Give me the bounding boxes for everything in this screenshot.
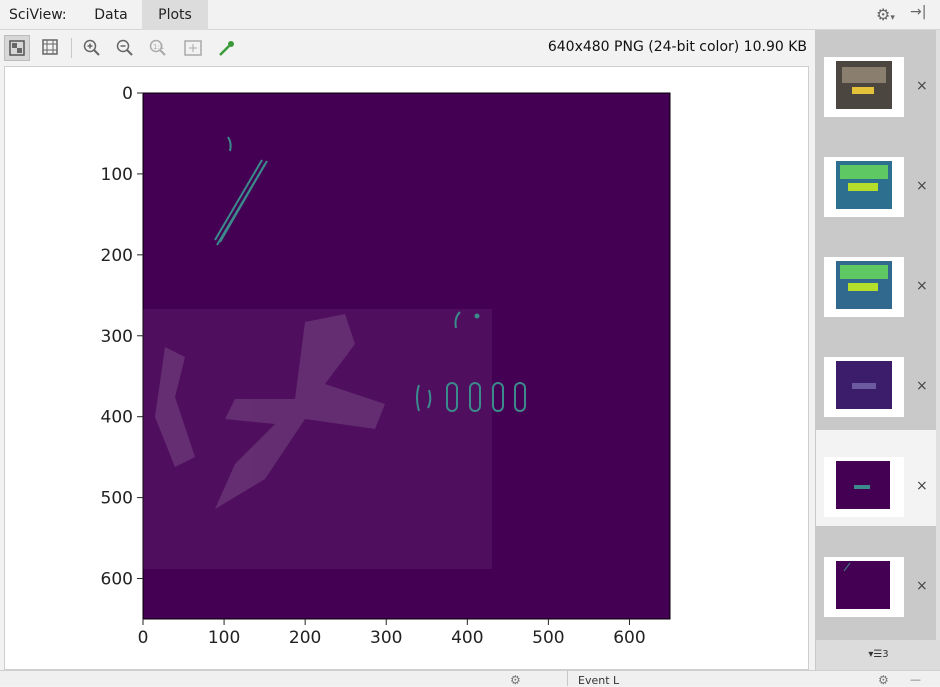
plot-figure: 0 100 200 300 400 500 600 0 100 200 300 400 500 600 <box>101 84 671 648</box>
close-thumbnail-5-icon[interactable]: × <box>916 478 928 494</box>
thumbnail-strip: × × × × × × <box>816 30 936 640</box>
thumbnail-dark-car <box>824 357 904 417</box>
chevron-down-icon: ▾ <box>890 13 895 23</box>
tab-data-label: Data <box>94 7 128 23</box>
bottom-divider <box>567 671 568 686</box>
zoom-out-icon[interactable] <box>112 35 138 61</box>
sciview-title: SciView: <box>9 7 67 23</box>
x-tick-label: 600 <box>613 628 645 648</box>
event-log-label[interactable]: Event L <box>578 674 619 687</box>
svg-text:1:1: 1:1 <box>153 43 164 51</box>
edge-dot <box>474 313 480 319</box>
toolbar-separator <box>71 38 72 58</box>
thumbnail-scrollbar[interactable] <box>936 30 940 640</box>
thumbnail-item-5[interactable]: × <box>816 430 936 526</box>
actual-size-icon[interactable]: 1:1 <box>145 35 171 61</box>
plots-thumbnail-panel: × × × × × × ▾☰3 <box>815 30 940 670</box>
thumbnail-edges-2 <box>824 557 904 617</box>
x-tick-label: 300 <box>370 628 402 648</box>
fit-to-window-icon[interactable] <box>180 35 206 61</box>
image-info-text: 640x480 PNG (24-bit color) 10.90 KB <box>547 39 807 55</box>
x-tick-label: 400 <box>451 628 483 648</box>
thumbnail-item-2[interactable]: × <box>816 130 936 226</box>
thumbnail-edges <box>824 457 904 517</box>
zoom-in-icon[interactable] <box>79 35 105 61</box>
thumbnail-car-photo <box>824 57 904 117</box>
x-tick-label: 500 <box>532 628 564 648</box>
tab-plots-label: Plots <box>158 7 192 23</box>
bottom-tool-strip: ⚙ Event L ⚙ — <box>0 670 940 687</box>
hide-panel-icon[interactable]: →| <box>910 4 926 20</box>
y-tick-label: 200 <box>101 246 133 266</box>
y-tick-label: 0 <box>122 84 133 104</box>
y-tick-label: 300 <box>101 327 133 347</box>
close-thumbnail-1-icon[interactable]: × <box>916 78 928 94</box>
thumbnail-count-menu[interactable]: ▾☰3 <box>816 640 940 670</box>
sciview-tab-bar: SciView: Data Plots ⚙▾ →| <box>0 0 940 30</box>
thumbnail-item-6[interactable]: × <box>816 530 936 626</box>
image-toolbar: 1:1 640x480 PNG (24-bit color) 10.90 KB <box>0 30 815 64</box>
y-axis: 0 100 200 300 400 500 600 <box>101 84 143 590</box>
close-thumbnail-4-icon[interactable]: × <box>916 378 928 394</box>
close-thumbnail-3-icon[interactable]: × <box>916 278 928 294</box>
thumbnail-item-3[interactable]: × <box>816 230 936 326</box>
close-thumbnail-2-icon[interactable]: × <box>916 178 928 194</box>
checkerboard-background-icon[interactable] <box>4 35 30 61</box>
settings-gear-icon[interactable]: ⚙▾ <box>876 5 895 24</box>
y-tick-label: 500 <box>101 489 133 509</box>
tab-data[interactable]: Data <box>80 0 142 30</box>
color-picker-icon[interactable] <box>214 35 240 61</box>
minimize-icon[interactable]: — <box>910 673 921 686</box>
thumbnail-item-4[interactable]: × <box>816 330 936 426</box>
image-canvas[interactable]: 0 100 200 300 400 500 600 0 100 200 300 400 500 600 <box>4 66 809 670</box>
thumbnail-viridis-car-2 <box>824 257 904 317</box>
x-tick-label: 200 <box>289 628 321 648</box>
y-tick-label: 600 <box>101 570 133 590</box>
thumbnail-item-1[interactable]: × <box>816 30 936 126</box>
thumbnail-viridis-car <box>824 157 904 217</box>
y-tick-label: 100 <box>101 165 133 185</box>
x-tick-label: 0 <box>138 628 149 648</box>
x-axis: 0 100 200 300 400 500 600 <box>138 619 646 648</box>
grid-icon[interactable] <box>37 35 63 61</box>
y-tick-label: 400 <box>101 408 133 428</box>
tab-plots[interactable]: Plots <box>142 0 208 30</box>
close-thumbnail-6-icon[interactable]: × <box>916 578 928 594</box>
x-tick-label: 100 <box>208 628 240 648</box>
